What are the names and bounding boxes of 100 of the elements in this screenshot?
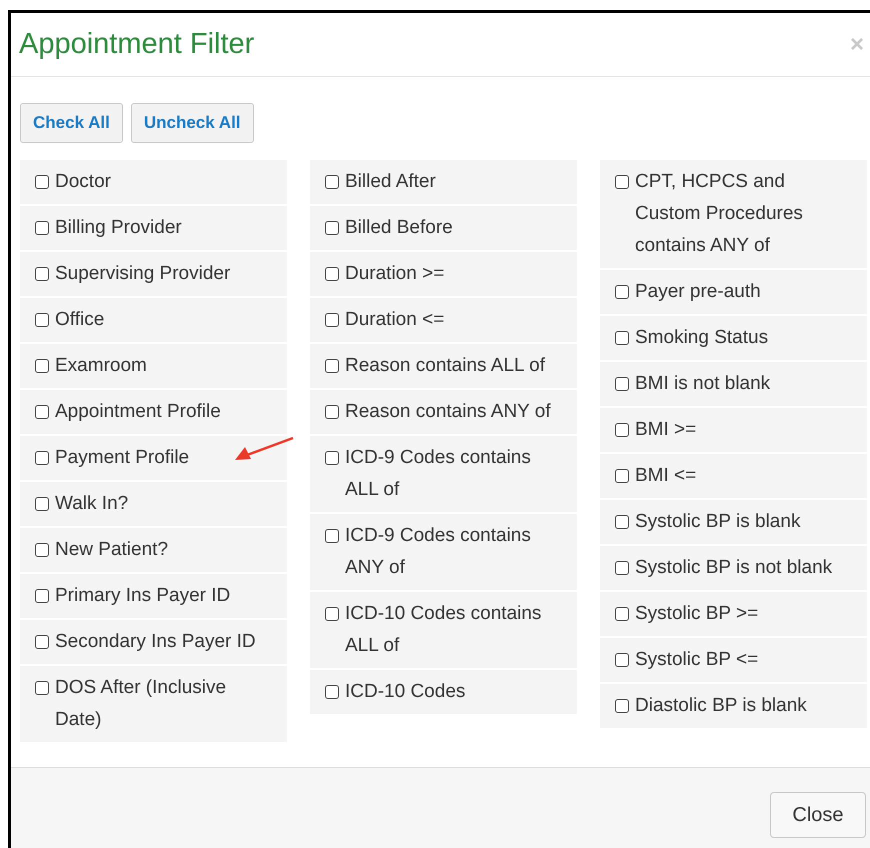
filter-option[interactable]: Payer pre-auth xyxy=(600,270,867,316)
toolbar-button[interactable]: Uncheck All xyxy=(130,103,254,143)
checkbox[interactable] xyxy=(325,267,339,281)
filter-option[interactable]: Examroom xyxy=(20,344,287,390)
checkbox[interactable] xyxy=(35,451,49,465)
filter-option[interactable]: ICD-9 Codes contains ALL of xyxy=(310,436,577,514)
checkbox[interactable] xyxy=(35,681,49,695)
option-label: BMI >= xyxy=(635,418,696,442)
toolbar-button[interactable]: Check All xyxy=(20,103,123,143)
arrow-icon xyxy=(233,436,295,462)
option-label: Systolic BP <= xyxy=(635,648,758,672)
checkbox[interactable] xyxy=(615,699,629,713)
filter-option[interactable]: Secondary Ins Payer ID xyxy=(20,620,287,666)
checkbox[interactable] xyxy=(325,359,339,373)
option-label: Payer pre-auth xyxy=(635,280,761,304)
filter-option[interactable]: Appointment Profile xyxy=(20,390,287,436)
filter-option[interactable]: Duration >= xyxy=(310,252,577,298)
checkbox[interactable] xyxy=(35,589,49,603)
filter-option[interactable]: Diastolic BP is blank xyxy=(600,684,867,730)
checkbox[interactable] xyxy=(325,405,339,419)
checkbox[interactable] xyxy=(615,423,629,437)
option-label: DOS After (Inclusive Date) xyxy=(55,676,228,732)
filter-option[interactable]: Systolic BP >= xyxy=(600,592,867,638)
option-label: Smoking Status xyxy=(635,326,768,350)
option-label: Office xyxy=(55,308,104,332)
checkbox[interactable] xyxy=(35,221,49,235)
option-label: Payment Profile xyxy=(55,446,190,470)
option-label: Appointment Profile xyxy=(55,400,221,424)
filter-option[interactable]: Duration <= xyxy=(310,298,577,344)
checkbox[interactable] xyxy=(615,377,629,391)
filter-option[interactable]: Billed Before xyxy=(310,206,577,252)
filter-option[interactable]: Reason contains ANY of xyxy=(310,390,577,436)
close-button[interactable]: Close xyxy=(770,792,866,838)
checkbox[interactable] xyxy=(615,331,629,345)
option-label: Secondary Ins Payer ID xyxy=(55,630,256,654)
checkbox[interactable] xyxy=(35,175,49,189)
filter-option[interactable]: Systolic BP <= xyxy=(600,638,867,684)
filter-option[interactable]: Reason contains ALL of xyxy=(310,344,577,390)
filter-option[interactable]: ICD-9 Codes contains ANY of xyxy=(310,514,577,592)
filter-option[interactable]: BMI is not blank xyxy=(600,362,867,408)
filter-option[interactable]: Systolic BP is blank xyxy=(600,500,867,546)
option-label: Systolic BP >= xyxy=(635,602,758,626)
checkbox[interactable] xyxy=(615,175,629,189)
checkbox[interactable] xyxy=(615,285,629,299)
option-label: Billing Provider xyxy=(55,216,182,240)
checkbox[interactable] xyxy=(325,175,339,189)
filter-option[interactable]: BMI <= xyxy=(600,454,867,500)
filter-option[interactable]: Walk In? xyxy=(20,482,287,528)
option-label: Reason contains ANY of xyxy=(345,400,551,424)
option-label: Systolic BP is not blank xyxy=(635,556,832,580)
checkbox[interactable] xyxy=(615,469,629,483)
option-label: Supervising Provider xyxy=(55,262,230,286)
checkbox[interactable] xyxy=(325,313,339,327)
checkbox[interactable] xyxy=(615,607,629,621)
filter-option[interactable]: Office xyxy=(20,298,287,344)
option-label: ICD-9 Codes contains ALL of xyxy=(345,446,532,502)
checkbox[interactable] xyxy=(35,635,49,649)
option-label: Doctor xyxy=(55,170,111,194)
filter-option[interactable]: Billing Provider xyxy=(20,206,287,252)
filter-option[interactable]: Doctor xyxy=(20,160,287,206)
option-label: New Patient? xyxy=(55,538,168,562)
checkbox[interactable] xyxy=(35,405,49,419)
checkbox[interactable] xyxy=(325,221,339,235)
filter-option[interactable]: Supervising Provider xyxy=(20,252,287,298)
checkbox[interactable] xyxy=(615,653,629,667)
checkbox[interactable] xyxy=(35,267,49,281)
option-label: BMI is not blank xyxy=(635,372,770,396)
option-label: ICD-10 Codes contains ALL of xyxy=(345,602,542,658)
checkbox[interactable] xyxy=(35,497,49,511)
filter-option[interactable]: BMI >= xyxy=(600,408,867,454)
option-label: Duration >= xyxy=(345,262,444,286)
filter-option[interactable]: Payment Profile xyxy=(20,436,287,482)
filter-option[interactable]: ICD-10 Codes xyxy=(310,670,577,716)
option-label: ICD-9 Codes contains ANY of xyxy=(345,524,532,580)
dialog-title: Appointment Filter xyxy=(19,26,254,62)
checkbox[interactable] xyxy=(35,543,49,557)
option-label: Systolic BP is blank xyxy=(635,510,800,534)
checkbox[interactable] xyxy=(325,607,339,621)
filter-option[interactable]: New Patient? xyxy=(20,528,287,574)
option-label: Billed After xyxy=(345,170,436,194)
option-label: CPT, HCPCS and Custom Procedures contains ANY of xyxy=(635,170,804,258)
checkbox[interactable] xyxy=(325,685,339,699)
filter-option[interactable]: Primary Ins Payer ID xyxy=(20,574,287,620)
filter-option[interactable]: CPT, HCPCS and Custom Procedures contains ANY of xyxy=(600,160,867,270)
option-label: Walk In? xyxy=(55,492,128,516)
filter-option[interactable]: Systolic BP is not blank xyxy=(600,546,867,592)
filter-option[interactable]: Billed After xyxy=(310,160,577,206)
filter-option[interactable]: DOS After (Inclusive Date) xyxy=(20,666,287,744)
filter-option[interactable]: ICD-10 Codes contains ALL of xyxy=(310,592,577,670)
option-label: Billed Before xyxy=(345,216,453,240)
option-label: Reason contains ALL of xyxy=(345,354,545,378)
checkbox[interactable] xyxy=(615,515,629,529)
checkbox[interactable] xyxy=(325,451,339,465)
filter-option[interactable]: Smoking Status xyxy=(600,316,867,362)
checkbox[interactable] xyxy=(325,529,339,543)
checkbox[interactable] xyxy=(35,359,49,373)
option-label: Examroom xyxy=(55,354,147,378)
checkbox[interactable] xyxy=(615,561,629,575)
checkbox[interactable] xyxy=(35,313,49,327)
option-label: Primary Ins Payer ID xyxy=(55,584,230,608)
